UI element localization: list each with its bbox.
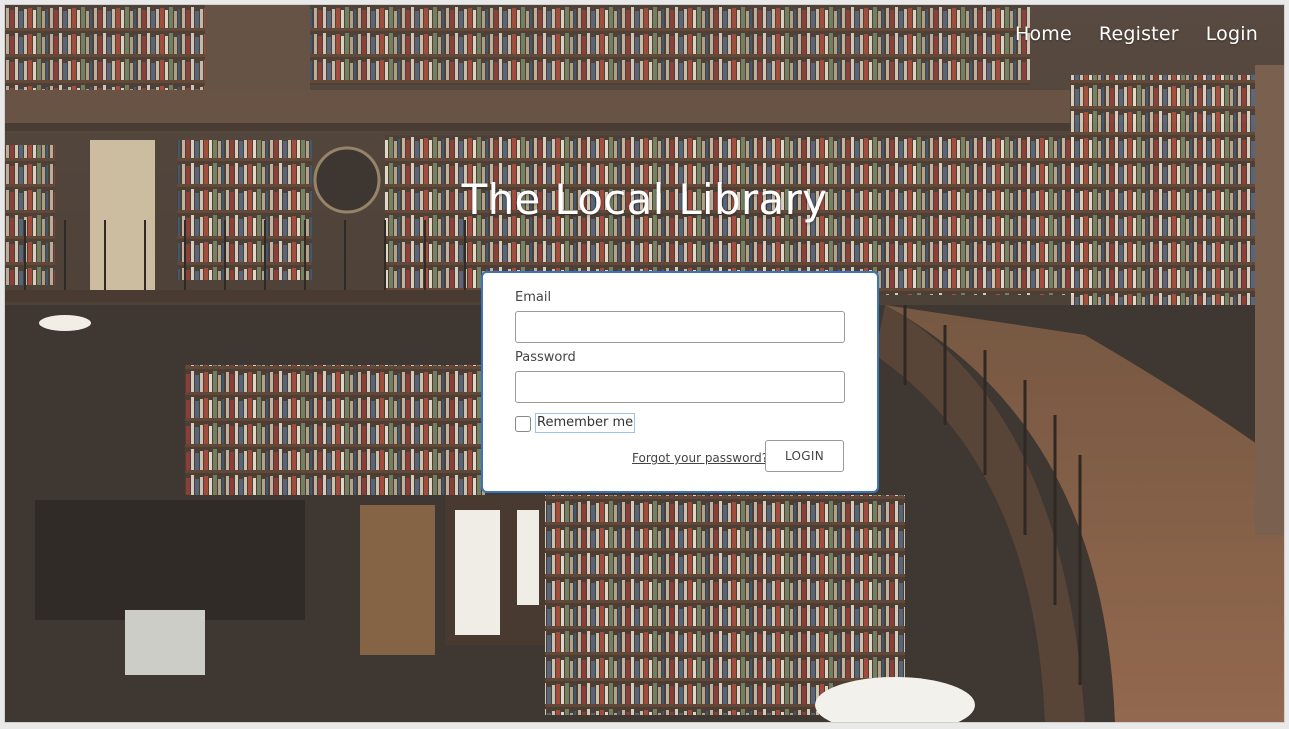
app-window: Home Register Login The Local Library Em… [4, 4, 1285, 723]
nav-register-link[interactable]: Register [1099, 23, 1179, 45]
forgot-password-link[interactable]: Forgot your password? [632, 451, 768, 465]
password-label: Password [515, 350, 576, 365]
nav-login-link[interactable]: Login [1206, 23, 1258, 45]
top-nav: Home Register Login [1015, 5, 1284, 63]
password-field[interactable] [515, 371, 845, 403]
nav-home-link[interactable]: Home [1015, 23, 1072, 45]
email-field[interactable] [515, 311, 845, 343]
email-label: Email [515, 290, 552, 305]
page-title: The Local Library [461, 175, 828, 224]
login-button[interactable]: LOGIN [765, 440, 844, 472]
login-card: Email Password Remember me Forgot your p… [481, 271, 879, 493]
remember-me-checkbox[interactable] [515, 416, 531, 432]
remember-me-label[interactable]: Remember me [535, 413, 636, 433]
